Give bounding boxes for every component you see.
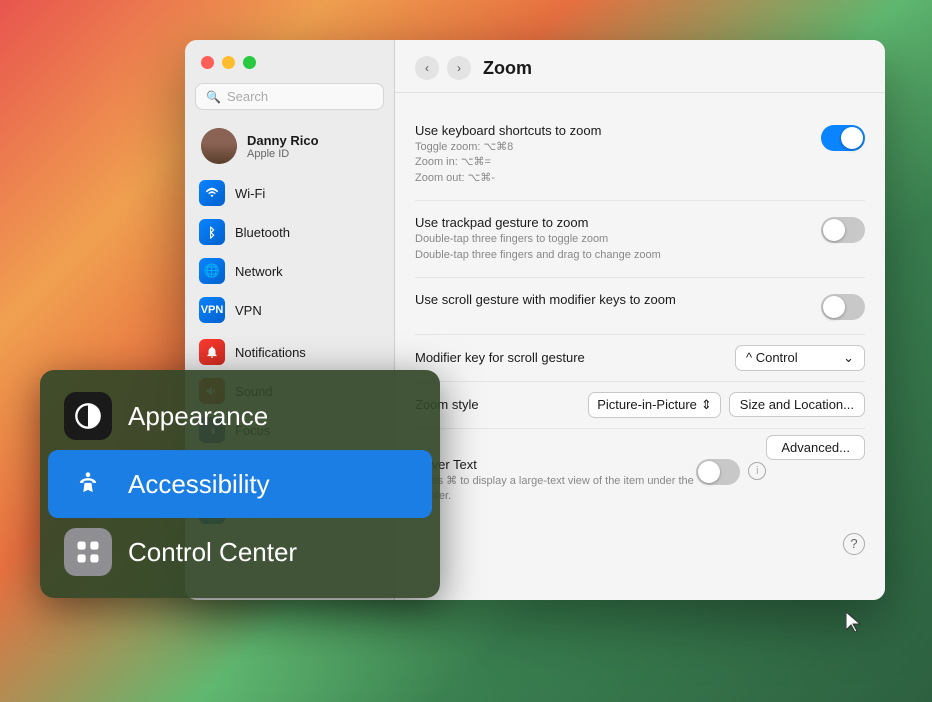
sidebar-label-network: Network — [235, 264, 283, 279]
search-placeholder: Search — [227, 89, 268, 104]
user-sub: Apple ID — [247, 148, 319, 160]
network-icon: 🌐 — [199, 258, 225, 284]
overlay-label-accessibility: Accessibility — [128, 469, 270, 500]
page-title: Zoom — [483, 58, 532, 79]
trackpad-gesture-title: Use trackpad gesture to zoom — [415, 215, 805, 230]
main-content: ‹ › Zoom Use keyboard shortcuts to zoom … — [395, 40, 885, 600]
trackpad-gesture-toggle[interactable] — [821, 217, 865, 243]
help-row: ? — [415, 517, 865, 555]
hover-text-row: Hover Text Press ⌘ to display a large-te… — [415, 445, 766, 517]
sidebar-zoom-overlay: Appearance Accessibility Control Center — [40, 370, 440, 598]
advanced-button[interactable]: Advanced... — [766, 435, 865, 460]
sidebar-item-notifications[interactable]: Notifications — [189, 333, 390, 371]
appearance-overlay-icon — [64, 392, 112, 440]
scroll-gesture-label: Use scroll gesture with modifier keys to… — [415, 292, 805, 307]
hover-text-title: Hover Text — [415, 457, 696, 472]
maximize-button[interactable] — [243, 56, 256, 69]
user-profile[interactable]: Danny Rico Apple ID — [189, 120, 390, 172]
content-header: ‹ › Zoom — [395, 40, 885, 93]
wifi-icon — [199, 180, 225, 206]
scroll-gesture-toggle[interactable] — [821, 294, 865, 320]
keyboard-shortcuts-row: Use keyboard shortcuts to zoom Toggle zo… — [415, 109, 865, 201]
content-scroll: Use keyboard shortcuts to zoom Toggle zo… — [395, 93, 885, 600]
scroll-gesture-title: Use scroll gesture with modifier keys to… — [415, 292, 805, 307]
zoom-style-arrows: ⇕ — [701, 397, 712, 413]
hover-text-desc: Press ⌘ to display a large-text view of … — [415, 474, 696, 505]
modifier-key-value: ^ Control — [746, 350, 798, 365]
help-button[interactable]: ? — [843, 533, 865, 555]
sidebar-label-vpn: VPN — [235, 303, 262, 318]
close-button[interactable] — [201, 56, 214, 69]
modifier-key-row: Modifier key for scroll gesture ^ Contro… — [415, 335, 865, 382]
hover-text-label: Hover Text Press ⌘ to display a large-te… — [415, 457, 696, 505]
size-location-button[interactable]: Size and Location... — [729, 392, 865, 417]
trackpad-gesture-label: Use trackpad gesture to zoom Double-tap … — [415, 215, 805, 263]
search-bar[interactable]: 🔍 Search — [195, 83, 384, 110]
modifier-key-label: Modifier key for scroll gesture — [415, 350, 585, 365]
sidebar-item-bluetooth[interactable]: ᛒ Bluetooth — [189, 213, 390, 251]
sidebar-item-wifi[interactable]: Wi-Fi — [189, 174, 390, 212]
zoom-style-value: Picture-in-Picture — [597, 397, 697, 412]
modifier-key-dropdown[interactable]: ^ Control ⌄ — [735, 345, 865, 371]
zoom-style-dropdown[interactable]: Picture-in-Picture ⇕ — [588, 392, 721, 418]
sidebar-item-network[interactable]: 🌐 Network — [189, 252, 390, 290]
overlay-label-appearance: Appearance — [128, 401, 268, 432]
back-button[interactable]: ‹ — [415, 56, 439, 80]
minimize-button[interactable] — [222, 56, 235, 69]
modifier-key-chevron: ⌄ — [843, 350, 854, 366]
accessibility-overlay-icon — [64, 460, 112, 508]
hover-text-info-button[interactable]: i — [748, 462, 766, 480]
notifications-icon — [199, 339, 225, 365]
trackpad-gesture-desc: Double-tap three fingers to toggle zoomD… — [415, 232, 805, 263]
vpn-icon: VPN — [199, 297, 225, 323]
overlay-item-accessibility[interactable]: Accessibility — [48, 450, 432, 518]
overlay-label-control-center: Control Center — [128, 537, 297, 568]
sidebar-label-wifi: Wi-Fi — [235, 186, 265, 201]
sidebar-label-bluetooth: Bluetooth — [235, 225, 290, 240]
window-controls — [185, 40, 394, 79]
keyboard-shortcuts-desc: Toggle zoom: ⌥⌘8Zoom in: ⌥⌘=Zoom out: ⌥⌘… — [415, 140, 805, 186]
control-center-overlay-icon — [64, 528, 112, 576]
bluetooth-icon: ᛒ — [199, 219, 225, 245]
overlay-item-control-center[interactable]: Control Center — [48, 518, 432, 586]
avatar — [201, 128, 237, 164]
sidebar-label-notifications: Notifications — [235, 345, 306, 360]
advanced-row: Advanced... — [415, 429, 865, 445]
user-name: Danny Rico — [247, 133, 319, 148]
keyboard-shortcuts-title: Use keyboard shortcuts to zoom — [415, 123, 805, 138]
hover-text-toggle[interactable] — [696, 459, 740, 485]
forward-button[interactable]: › — [447, 56, 471, 80]
keyboard-shortcuts-toggle[interactable] — [821, 125, 865, 151]
overlay-item-appearance[interactable]: Appearance — [48, 382, 432, 450]
zoom-style-controls: Picture-in-Picture ⇕ Size and Location..… — [588, 392, 865, 418]
scroll-gesture-row: Use scroll gesture with modifier keys to… — [415, 278, 865, 335]
user-info: Danny Rico Apple ID — [247, 133, 319, 160]
hover-text-controls: i — [696, 457, 766, 485]
sidebar-item-vpn[interactable]: VPN VPN — [189, 291, 390, 329]
zoom-style-row: Zoom style Picture-in-Picture ⇕ Size and… — [415, 382, 865, 429]
keyboard-shortcuts-label: Use keyboard shortcuts to zoom Toggle zo… — [415, 123, 805, 186]
trackpad-gesture-row: Use trackpad gesture to zoom Double-tap … — [415, 201, 865, 278]
search-icon: 🔍 — [206, 90, 221, 104]
sidebar-section-connectivity: Wi-Fi ᛒ Bluetooth 🌐 Network VPN VPN — [185, 174, 394, 329]
